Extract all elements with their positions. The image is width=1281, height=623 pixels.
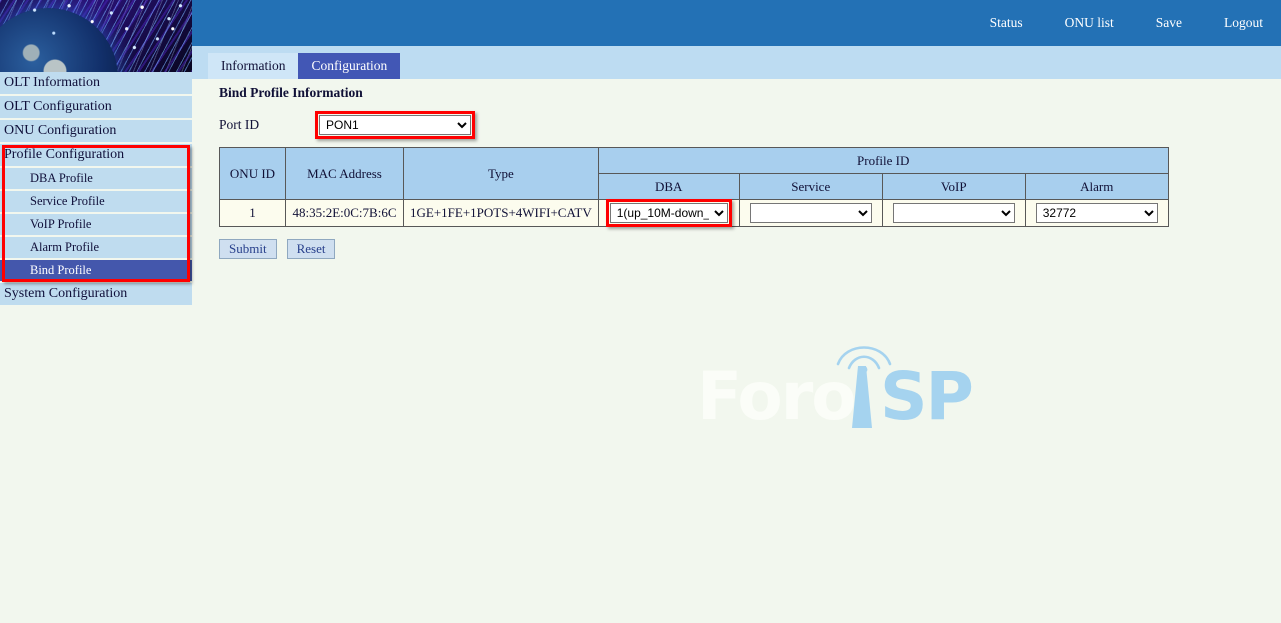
sidebar-item-system-configuration[interactable]: System Configuration: [0, 283, 192, 305]
watermark-text-foro: Foro: [697, 364, 855, 430]
port-id-label: Port ID: [219, 117, 319, 133]
tab-configuration[interactable]: Configuration: [298, 53, 400, 79]
main-content-panel: Bind Profile Information Port ID PON1 ON…: [192, 79, 1281, 623]
header-nav: Status ONU list Save Logout: [990, 0, 1263, 46]
tab-bar: Information Configuration: [208, 53, 400, 79]
sidebar-item-bind-profile[interactable]: Bind Profile: [0, 260, 192, 281]
wifi-waves-icon: [832, 338, 896, 372]
cell-service: [739, 200, 882, 227]
col-header-dba: DBA: [598, 174, 739, 200]
antenna-tower-icon: [845, 364, 879, 430]
dba-profile-select[interactable]: 1(up_10M-down_10: [610, 203, 728, 223]
cell-type: 1GE+1FE+1POTS+4WIFI+CATV: [404, 200, 599, 227]
tab-information[interactable]: Information: [208, 53, 298, 79]
reset-button[interactable]: Reset: [287, 239, 336, 259]
sidebar-nav: OLT Information OLT Configuration ONU Co…: [0, 72, 192, 307]
bind-profile-table: ONU ID MAC Address Type Profile ID DBA S…: [219, 147, 1169, 227]
port-id-row: Port ID PON1: [219, 115, 471, 135]
sidebar-item-service-profile[interactable]: Service Profile: [0, 191, 192, 212]
sidebar-item-alarm-profile[interactable]: Alarm Profile: [0, 237, 192, 258]
service-profile-select[interactable]: [750, 203, 872, 223]
nav-onu-list[interactable]: ONU list: [1065, 15, 1114, 31]
cell-voip: [882, 200, 1025, 227]
sidebar-item-dba-profile[interactable]: DBA Profile: [0, 168, 192, 189]
nav-save[interactable]: Save: [1156, 15, 1182, 31]
fiber-globe-banner-image: [0, 0, 192, 72]
foroisp-watermark: Foro SP: [697, 342, 967, 442]
table-header-row-1: ONU ID MAC Address Type Profile ID: [220, 148, 1169, 174]
col-header-alarm: Alarm: [1025, 174, 1168, 200]
sidebar-item-onu-configuration[interactable]: ONU Configuration: [0, 120, 192, 142]
page-title: Bind Profile Information: [219, 85, 363, 101]
table-row: 1 48:35:2E:0C:7B:6C 1GE+1FE+1POTS+4WIFI+…: [220, 200, 1169, 227]
cell-mac-address: 48:35:2E:0C:7B:6C: [286, 200, 404, 227]
col-header-service: Service: [739, 174, 882, 200]
col-header-mac-address: MAC Address: [286, 148, 404, 200]
sidebar-item-profile-configuration[interactable]: Profile Configuration: [0, 144, 192, 166]
sidebar-item-voip-profile[interactable]: VoIP Profile: [0, 214, 192, 235]
port-id-select[interactable]: PON1: [319, 115, 471, 135]
alarm-profile-select[interactable]: 32772: [1036, 203, 1158, 223]
voip-profile-select[interactable]: [893, 203, 1015, 223]
light-sparks-decoration: [0, 0, 192, 72]
sidebar-item-olt-information[interactable]: OLT Information: [0, 72, 192, 94]
cell-alarm: 32772: [1025, 200, 1168, 227]
cell-onu-id: 1: [220, 200, 286, 227]
col-header-voip: VoIP: [882, 174, 1025, 200]
submit-button[interactable]: Submit: [219, 239, 277, 259]
nav-logout[interactable]: Logout: [1224, 15, 1263, 31]
col-header-profile-id-group: Profile ID: [598, 148, 1168, 174]
col-header-type: Type: [404, 148, 599, 200]
col-header-onu-id: ONU ID: [220, 148, 286, 200]
form-button-row: Submit Reset: [219, 239, 335, 259]
sidebar-item-olt-configuration[interactable]: OLT Configuration: [0, 96, 192, 118]
dba-highlight-box: 1(up_10M-down_10: [610, 203, 728, 223]
nav-status[interactable]: Status: [990, 15, 1023, 31]
cell-dba: 1(up_10M-down_10: [598, 200, 739, 227]
port-id-highlight-box: PON1: [319, 115, 471, 135]
watermark-text-sp: SP: [880, 364, 972, 430]
